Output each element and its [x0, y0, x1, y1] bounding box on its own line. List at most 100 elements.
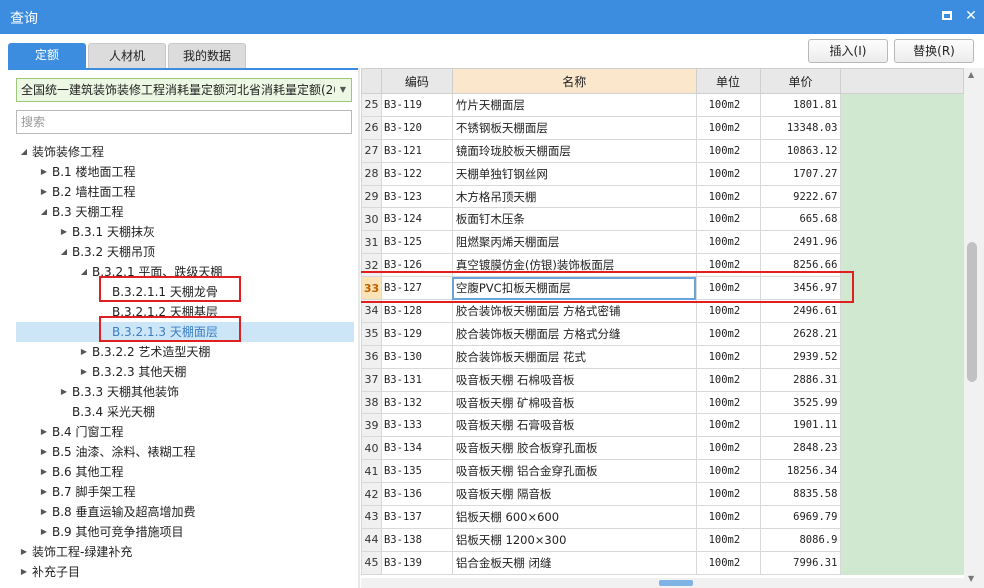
tree-item[interactable]: ◢ B.3.2.1 平面、跌级天棚 [16, 262, 354, 282]
cell-unit[interactable]: 100m2 [695, 527, 761, 552]
cell-code[interactable]: B3-137 [380, 505, 453, 529]
triangle-down-icon[interactable]: ◢ [58, 242, 70, 262]
tree-item[interactable]: ▶ B.9 其他可竞争措施项目 [16, 522, 354, 542]
tree-item[interactable]: ◢ 装饰装修工程 [16, 142, 354, 162]
cell-price[interactable]: 1707.27 [759, 161, 842, 186]
cell-unit[interactable]: 100m2 [695, 367, 761, 392]
cell-name[interactable]: 吸音板天棚 胶合板穿孔面板 [451, 436, 697, 461]
table-row[interactable]: 31 B3-125 阻燃聚丙烯天棚面层 100m2 2491.96 [361, 230, 964, 255]
cell-price[interactable]: 10863.12 [759, 138, 842, 163]
cell-unit[interactable]: 100m2 [695, 93, 761, 117]
row-number[interactable]: 42 [361, 482, 382, 507]
tree-item[interactable]: ▶ B.5 油漆、涂料、裱糊工程 [16, 442, 354, 462]
cell-name[interactable]: 不锈钢板天棚面层 [451, 115, 697, 140]
triangle-right-icon[interactable]: ▶ [38, 442, 50, 462]
cell-unit[interactable]: 100m2 [695, 253, 761, 278]
triangle-down-icon[interactable]: ◢ [18, 142, 30, 162]
header-price[interactable]: 单价 [759, 68, 842, 94]
cell-price[interactable]: 2491.96 [759, 230, 842, 255]
triangle-right-icon[interactable]: ▶ [38, 522, 50, 542]
cell-code[interactable]: B3-123 [380, 184, 453, 209]
cell-code[interactable]: B3-120 [380, 115, 453, 140]
maximize-icon[interactable] [938, 7, 956, 25]
table-row[interactable]: 30 B3-124 板面钉木压条 100m2 665.68 [361, 207, 964, 232]
cell-price[interactable]: 8086.9 [759, 527, 842, 552]
table-row[interactable]: 37 B3-131 吸音板天棚 石棉吸音板 100m2 2886.31 [361, 367, 964, 392]
table-row[interactable]: 38 B3-132 吸音板天棚 矿棉吸音板 100m2 3525.99 [361, 390, 964, 415]
cell-name[interactable]: 胶合装饰板天棚面层 花式 [451, 344, 697, 369]
search-input[interactable] [16, 110, 352, 134]
cell-code[interactable]: B3-132 [380, 390, 453, 415]
cell-price[interactable]: 7996.31 [759, 550, 842, 575]
cell-name[interactable]: 木方格吊顶天棚 [451, 184, 697, 209]
tree-item[interactable]: B.3.2.1.3 天棚面层 [16, 322, 354, 342]
cell-code[interactable]: B3-125 [380, 230, 453, 255]
tree-item[interactable]: ▶ B.8 垂直运输及超高增加费 [16, 502, 354, 522]
cell-name[interactable]: 竹片天棚面层 [451, 93, 697, 117]
cell-name[interactable]: 空腹PVC扣板天棚面层 [451, 276, 697, 301]
row-number[interactable]: 36 [361, 344, 382, 369]
cell-code[interactable]: B3-127 [380, 276, 453, 301]
row-number[interactable]: 30 [361, 207, 382, 232]
cell-name[interactable]: 吸音板天棚 矿棉吸音板 [451, 390, 697, 415]
table-row[interactable]: 26 B3-120 不锈钢板天棚面层 100m2 13348.03 [361, 115, 964, 140]
row-number[interactable]: 33 [361, 276, 382, 301]
cell-price[interactable]: 18256.34 [759, 459, 842, 484]
table-row[interactable]: 39 B3-133 吸音板天棚 石膏吸音板 100m2 1901.11 [361, 413, 964, 438]
tree-item[interactable]: ▶ B.6 其他工程 [16, 462, 354, 482]
table-row[interactable]: 42 B3-136 吸音板天棚 隔音板 100m2 8835.58 [361, 482, 964, 507]
header-unit[interactable]: 单位 [695, 68, 761, 94]
cell-code[interactable]: B3-128 [380, 299, 453, 323]
cell-name[interactable]: 铝板天棚 1200×300 [451, 527, 697, 552]
cell-unit[interactable]: 100m2 [695, 276, 761, 301]
cell-unit[interactable]: 100m2 [695, 482, 761, 507]
table-row[interactable]: 41 B3-135 吸音板天棚 铝合金穿孔面板 100m2 18256.34 [361, 459, 964, 484]
scroll-up-icon[interactable]: ▲ [968, 70, 974, 79]
row-number[interactable]: 43 [361, 505, 382, 529]
cell-unit[interactable]: 100m2 [695, 161, 761, 186]
tree-item[interactable]: ◢ B.3 天棚工程 [16, 202, 354, 222]
tree-item[interactable]: B.3.4 采光天棚 [16, 402, 354, 422]
cell-code[interactable]: B3-135 [380, 459, 453, 484]
tab-labor-materials[interactable]: 人材机 [88, 43, 166, 68]
row-number[interactable]: 37 [361, 367, 382, 392]
cell-name[interactable]: 吸音板天棚 铝合金穿孔面板 [451, 459, 697, 484]
cell-unit[interactable]: 100m2 [695, 230, 761, 255]
cell-name[interactable]: 阻燃聚丙烯天棚面层 [451, 230, 697, 255]
header-name[interactable]: 名称 [451, 68, 697, 94]
cell-code[interactable]: B3-139 [380, 550, 453, 575]
cell-price[interactable]: 8835.58 [759, 482, 842, 507]
cell-unit[interactable]: 100m2 [695, 321, 761, 346]
cell-unit[interactable]: 100m2 [695, 115, 761, 140]
cell-price[interactable]: 2939.52 [759, 344, 842, 369]
tree-item[interactable]: ◢ B.3.2 天棚吊顶 [16, 242, 354, 262]
triangle-down-icon[interactable]: ◢ [78, 262, 90, 282]
close-icon[interactable]: ✕ [962, 7, 980, 25]
cell-price[interactable]: 1801.81 [759, 93, 842, 117]
cell-price[interactable]: 2886.31 [759, 367, 842, 392]
table-row[interactable]: 44 B3-138 铝板天棚 1200×300 100m2 8086.9 [361, 527, 964, 552]
tree-item[interactable]: ▶ B.3.3 天棚其他装饰 [16, 382, 354, 402]
row-number[interactable]: 31 [361, 230, 382, 255]
row-number[interactable]: 28 [361, 161, 382, 186]
tree-item[interactable]: ▶ 补充子目 [16, 562, 354, 582]
table-row[interactable]: 40 B3-134 吸音板天棚 胶合板穿孔面板 100m2 2848.23 [361, 436, 964, 461]
row-number[interactable]: 40 [361, 436, 382, 461]
cell-price[interactable]: 665.68 [759, 207, 842, 232]
row-number[interactable]: 34 [361, 299, 382, 323]
cell-unit[interactable]: 100m2 [695, 413, 761, 438]
tree-item[interactable]: ▶ B.3.1 天棚抹灰 [16, 222, 354, 242]
scroll-down-icon[interactable]: ▼ [968, 574, 974, 583]
cell-name[interactable]: 真空镀膜仿金(仿银)装饰板面层 [451, 253, 697, 278]
vertical-scrollbar[interactable]: ▲ ▼ [964, 68, 984, 588]
row-number[interactable]: 35 [361, 321, 382, 346]
triangle-right-icon[interactable]: ▶ [38, 162, 50, 182]
table-row[interactable]: 36 B3-130 胶合装饰板天棚面层 花式 100m2 2939.52 [361, 344, 964, 369]
triangle-down-icon[interactable]: ◢ [38, 202, 50, 222]
triangle-right-icon[interactable]: ▶ [78, 342, 90, 362]
cell-name[interactable]: 镜面玲珑胶板天棚面层 [451, 138, 697, 163]
cell-price[interactable]: 6969.79 [759, 505, 842, 529]
row-number[interactable]: 32 [361, 253, 382, 278]
cell-name[interactable]: 胶合装饰板天棚面层 方格式密铺 [451, 299, 697, 323]
cell-unit[interactable]: 100m2 [695, 138, 761, 163]
